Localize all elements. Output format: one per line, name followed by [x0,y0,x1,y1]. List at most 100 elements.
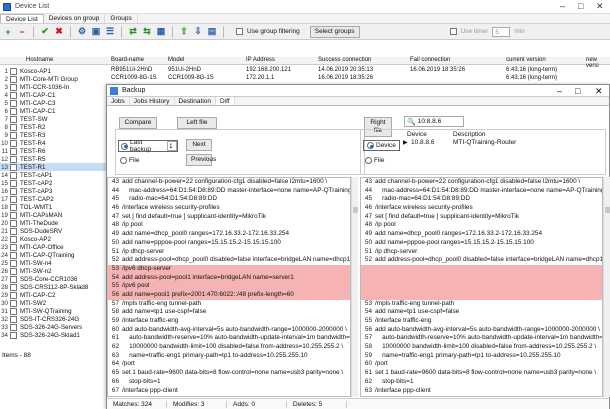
table-row[interactable]: 23 MTI-CAP-Office [0,243,108,251]
row-checkbox[interactable] [10,187,17,195]
row-checkbox[interactable] [10,163,17,171]
tab-destination[interactable]: Destination [175,97,217,105]
left-scrollbar[interactable] [351,177,358,397]
row-checkbox[interactable] [10,219,17,227]
row-checkbox[interactable] [10,267,17,275]
refresh-icon[interactable]: ⇄ [128,26,138,37]
tab-jobs-history[interactable]: Jobs History [130,97,175,105]
table-row[interactable]: 25 MTI-SW-n4 [0,259,108,267]
row-checkbox[interactable] [10,83,17,91]
row-checkbox[interactable] [10,243,17,251]
table-row[interactable]: 17 TEST-CAP2 [0,195,108,203]
row-checkbox[interactable] [10,211,17,219]
row-checkbox[interactable] [10,115,17,123]
right-file-option[interactable]: File [365,157,384,164]
minimize-icon[interactable]: – [557,86,562,96]
column-new-version[interactable]: new versi [586,57,610,69]
minimize-icon[interactable]: – [560,1,565,11]
table-row[interactable]: 33 SDS-326-24G-Servers [0,323,108,331]
close-icon[interactable]: ✕ [595,86,603,97]
table-row[interactable]: 6 MTI-CAP-C1 [0,107,108,115]
row-checkbox[interactable] [10,155,17,163]
table-row[interactable]: 29 MTI-CAP-C2 [0,291,108,299]
table-row[interactable]: 26 MTI-SW-n2 [0,267,108,275]
row-checkbox[interactable] [10,203,17,211]
tab-groups[interactable]: Groups [105,14,138,23]
table-row[interactable]: 12 TEST-R5 [0,155,108,163]
next-button[interactable]: Next [186,139,212,151]
row-checkbox[interactable] [10,315,17,323]
right-file-radio[interactable] [365,157,372,164]
row-checkbox[interactable] [10,131,17,139]
upload-icon[interactable]: ⇧ [179,26,189,37]
row-checkbox[interactable] [10,171,17,179]
column-hostname[interactable]: Hostname [26,57,53,63]
cross-icon[interactable]: ✖ [54,26,64,37]
table-row[interactable]: 21 SDS-DudeSRV [0,227,108,235]
remove-icon[interactable]: − [17,27,27,37]
add-icon[interactable]: + [3,27,13,37]
column-fail-connection[interactable]: Fail connection [410,57,450,63]
row-checkbox[interactable] [10,67,17,75]
row-checkbox[interactable] [10,195,17,203]
row-checkbox[interactable] [10,107,17,115]
table-row[interactable]: 4 MTI-CAP-C1 [0,91,108,99]
row-checkbox[interactable] [10,251,17,259]
column-current-version[interactable]: current version [506,57,546,63]
left-file-radio[interactable] [120,157,127,164]
table-row[interactable]: 8 TEST-R2 [0,123,108,131]
row-checkbox[interactable] [10,147,17,155]
row-checkbox[interactable] [10,123,17,131]
table-row[interactable]: 31 MTI-SW-QTraining [0,307,108,315]
terminal-icon[interactable]: ▣ [91,26,101,37]
use-timer-checkbox[interactable] [449,28,457,35]
table-row[interactable]: 3 MTI-CCR-1036-In [0,83,108,91]
row-checkbox[interactable] [10,331,17,339]
sync-icon[interactable]: ⇆ [142,26,152,37]
close-icon[interactable]: ✕ [596,1,604,12]
column-ip-address[interactable]: IP Address [246,57,275,63]
table-row[interactable]: 32 SDS-IT-CRS326-24G [0,315,108,323]
row-checkbox[interactable] [10,235,17,243]
column-model[interactable]: Model [168,57,184,63]
table-row[interactable]: 11 TEST-R6 [0,147,108,155]
row-checkbox[interactable] [10,307,17,315]
table-row[interactable]: 16 TEST-cAP3 [0,187,108,195]
table-row[interactable]: 30 MTI-SW2 [0,299,108,307]
maximize-icon[interactable]: □ [575,86,580,96]
table-row[interactable]: 14 TEST-cAP1 [0,171,108,179]
left-file-button[interactable]: Left file [177,117,217,129]
row-checkbox[interactable] [10,179,17,187]
maximize-icon[interactable]: □ [578,1,583,11]
tab-jobs[interactable]: Jobs [107,97,130,105]
row-checkbox[interactable] [10,139,17,147]
table-row[interactable]: 10 TEST-R4 [0,139,108,147]
row-checkbox[interactable] [10,75,17,83]
row-checkbox[interactable] [10,91,17,99]
table-row[interactable]: 5 MTI-CAP-C3 [0,99,108,107]
table-row[interactable]: 18 TOL-WMT1 [0,203,108,211]
schedule-icon[interactable]: ▦ [156,26,166,37]
device-table-row[interactable]: ▶ 10.8.8.6 MTI-QTraining-Router [403,139,603,148]
timer-input[interactable]: 5 [492,26,511,37]
list-icon[interactable]: ☰ [105,26,115,37]
use-group-filtering-checkbox[interactable] [236,28,243,35]
row-checkbox[interactable] [10,299,17,307]
row-checkbox[interactable] [10,323,17,331]
right-scroll-thumb[interactable] [605,207,610,213]
gear-icon[interactable]: ⚙ [77,26,87,37]
device-radio[interactable] [367,142,374,149]
row-checkbox[interactable] [10,291,17,299]
table-row[interactable]: 20 MTI-TheDude [0,219,108,227]
monitor-icon[interactable]: ▤ [207,26,217,37]
tab-device-list[interactable]: Device List [0,14,44,23]
table-row[interactable]: 19 MTI-CAPsMAN [0,211,108,219]
table-row[interactable]: 28 SDS-CRS112-8P-Sklad8 [0,283,108,291]
row-checkbox[interactable] [10,283,17,291]
table-row[interactable]: 34 SDS-326-24G-Sklad1 [0,331,108,339]
table-row[interactable]: 24 MTI-CAP-QTraining [0,251,108,259]
check-icon[interactable]: ✔ [40,26,50,37]
column-board-name[interactable]: Board-name [111,57,144,63]
previous-button[interactable]: Previous [186,154,216,166]
device-search-input[interactable]: 10.8.8.6 [418,118,442,125]
